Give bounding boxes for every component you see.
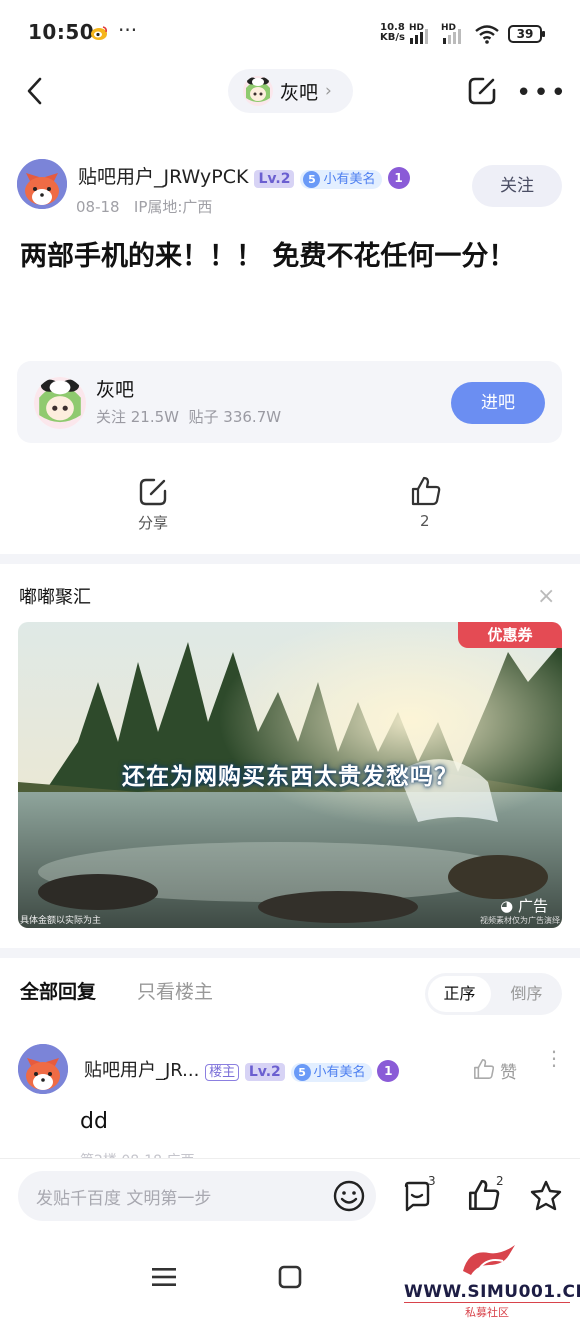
thumbs-up-icon[interactable] bbox=[472, 1057, 496, 1081]
reply-more-icon[interactable]: ⋮ bbox=[544, 1048, 564, 1068]
fame-label: 小有美名 bbox=[323, 172, 376, 187]
section-divider bbox=[0, 948, 580, 958]
star-icon[interactable] bbox=[528, 1178, 564, 1214]
medal-badge: 1 bbox=[387, 166, 410, 189]
post-date: 08-18 bbox=[76, 198, 120, 216]
nav-home-icon[interactable] bbox=[278, 1265, 302, 1289]
sort-ascending-button[interactable]: 正序 bbox=[428, 976, 491, 1012]
comment-count: 3 bbox=[428, 1174, 436, 1188]
ad-fine-print-right: 视频素材仅为广告演绎 bbox=[480, 916, 560, 925]
reply-input-placeholder[interactable]: 发贴千百度 文明第一步 bbox=[36, 1184, 211, 1209]
ad-caption: 还在为网购买东西太贵发愁吗？ bbox=[122, 764, 458, 790]
back-icon[interactable] bbox=[22, 74, 50, 108]
reply-author: 贴吧用户_JR... 楼主 Lv.2 5 小有美名 1 bbox=[84, 1056, 400, 1082]
reply-like-label[interactable]: 赞 bbox=[500, 1058, 517, 1083]
author-info: 贴吧用户_JRWyPCK Lv.2 5 小有美名 1 bbox=[78, 162, 410, 189]
ad-label-text: 广告 bbox=[517, 897, 548, 915]
fame-badge: 5 小有美名 bbox=[300, 170, 382, 189]
follow-button[interactable]: 关注 bbox=[472, 165, 562, 207]
forum-card-stats: 关注 21.5W 贴子 336.7W bbox=[96, 408, 282, 426]
section-divider bbox=[0, 554, 580, 564]
level-badge: Lv.2 bbox=[244, 1063, 285, 1081]
coupon-badge: 优惠券 bbox=[458, 622, 562, 648]
medal-badge: 1 bbox=[377, 1060, 400, 1082]
ad-banner[interactable]: 优惠券 还在为网购买东西太贵发愁吗？ 具体金额以实际为主 ◕ 广告 视频素材仅为… bbox=[18, 622, 562, 928]
reply-author-name[interactable]: 贴吧用户_JR... bbox=[84, 1060, 199, 1081]
author-meta: 08-18 IP属地:广西 bbox=[76, 196, 212, 217]
share-label[interactable]: 分享 bbox=[138, 512, 168, 533]
author-name[interactable]: 贴吧用户_JRWyPCK bbox=[78, 166, 248, 188]
battery-indicator: 39 bbox=[508, 25, 545, 43]
share-icon[interactable] bbox=[137, 476, 169, 508]
sort-descending-button[interactable]: 倒序 bbox=[495, 976, 558, 1012]
status-time: 10:50 bbox=[28, 20, 95, 44]
forum-pill-name[interactable]: 灰吧 bbox=[280, 78, 318, 105]
level-badge: Lv.2 bbox=[254, 170, 295, 188]
tab-op-only[interactable]: 只看楼主 bbox=[137, 977, 213, 1004]
reply-avatar[interactable] bbox=[18, 1044, 68, 1094]
ad-source: 嘟嘟聚汇 bbox=[19, 587, 91, 608]
fame-level: 5 bbox=[293, 1064, 311, 1081]
watermark-logo bbox=[463, 1245, 515, 1275]
wifi-icon bbox=[475, 25, 499, 44]
thumbs-up-icon[interactable] bbox=[409, 474, 443, 508]
network-speed: 10.8 KB/s bbox=[380, 23, 405, 43]
network-speed-unit: KB/s bbox=[380, 32, 405, 43]
ip-location: IP属地:广西 bbox=[133, 198, 213, 216]
enter-forum-button[interactable]: 进吧 bbox=[451, 382, 545, 424]
fame-level: 5 bbox=[303, 171, 321, 188]
op-badge: 楼主 bbox=[205, 1064, 240, 1081]
forum-card-avatar bbox=[34, 377, 86, 429]
fame-label: 小有美名 bbox=[313, 1065, 366, 1080]
reply-text: dd bbox=[80, 1109, 108, 1134]
signal-2-icon bbox=[443, 29, 461, 44]
post-title: 两部手机的来！！！ 免费不花任何一分！ bbox=[20, 241, 516, 272]
signal-1-icon bbox=[410, 29, 428, 44]
status-more-dots: ··· bbox=[118, 18, 138, 42]
tab-all-replies[interactable]: 全部回复 bbox=[20, 977, 96, 1004]
ad-label-icon: ◕ bbox=[500, 897, 518, 915]
fame-badge: 5 小有美名 bbox=[290, 1063, 372, 1082]
ad-fine-print-left: 具体金额以实际为主 bbox=[20, 916, 102, 926]
author-avatar[interactable] bbox=[17, 159, 67, 209]
like-count: 2 bbox=[496, 1174, 504, 1188]
weibo-notification-icon bbox=[91, 26, 107, 40]
share-icon[interactable] bbox=[466, 75, 498, 107]
nav-menu-icon[interactable] bbox=[152, 1267, 176, 1287]
like-count: 2 bbox=[420, 512, 430, 530]
chevron-right-icon: › bbox=[325, 81, 332, 101]
emoji-icon[interactable] bbox=[332, 1179, 366, 1213]
more-menu-icon[interactable]: ••• bbox=[516, 78, 568, 108]
watermark-sub: 私募社区 bbox=[404, 1302, 570, 1320]
forum-avatar-icon bbox=[243, 76, 273, 106]
close-icon[interactable]: × bbox=[537, 584, 555, 609]
ad-label: ◕ 广告 bbox=[500, 895, 548, 916]
forum-card-name: 灰吧 bbox=[96, 379, 135, 401]
watermark-site: WWW.SIMU001.CN bbox=[404, 1282, 580, 1302]
